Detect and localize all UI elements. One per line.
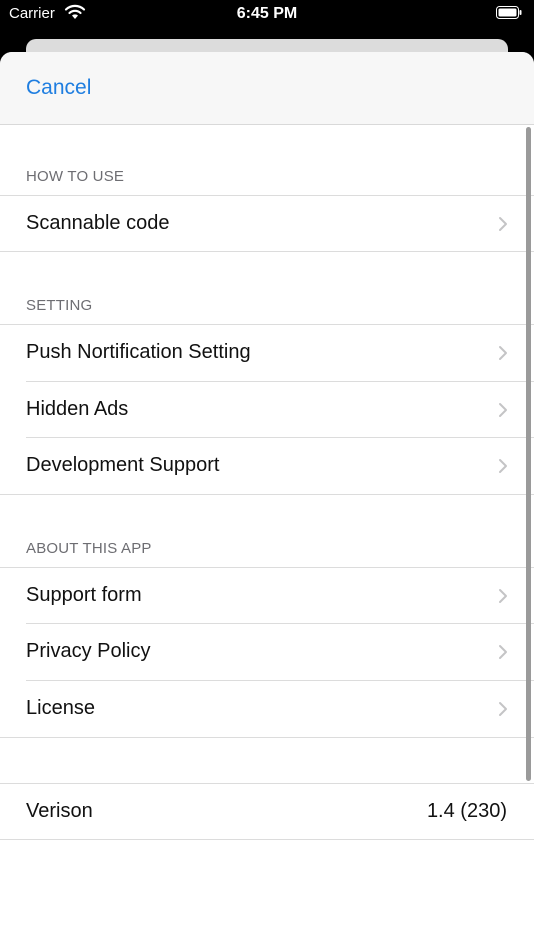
version-value: 1.4 (230) <box>426 800 507 822</box>
chevron-right-icon <box>499 346 507 360</box>
row-label: Push Nortification Setting <box>26 341 251 363</box>
row-label: License <box>26 697 95 719</box>
section-header-how-to-use: HOW TO USE <box>26 168 125 185</box>
settings-sheet: Cancel HOW TO USE Scannable code SETTING… <box>0 52 534 950</box>
row-scannable-code[interactable]: Scannable code <box>0 196 534 252</box>
navigation-bar: Cancel <box>0 52 534 125</box>
cancel-button[interactable]: Cancel <box>26 76 91 100</box>
row-label: Development Support <box>26 454 220 476</box>
chevron-right-icon <box>499 702 507 716</box>
row-label: Scannable code <box>26 212 170 234</box>
chevron-right-icon <box>499 589 507 603</box>
section-header-setting: SETTING <box>26 297 93 314</box>
row-privacy-policy[interactable]: Privacy Policy <box>0 624 534 680</box>
row-version: Verison 1.4 (230) <box>0 784 534 840</box>
scrollbar[interactable] <box>526 127 531 781</box>
battery-icon <box>496 6 522 19</box>
row-license[interactable]: License <box>0 681 534 737</box>
row-development-support[interactable]: Development Support <box>0 438 534 494</box>
chevron-right-icon <box>499 403 507 417</box>
separator <box>0 494 534 495</box>
row-label: Hidden Ads <box>26 398 129 420</box>
status-time: 6:45 PM <box>236 5 298 22</box>
row-label: Support form <box>26 584 142 606</box>
row-label: Privacy Policy <box>26 640 151 662</box>
chevron-right-icon <box>499 217 507 231</box>
row-push-notification-setting[interactable]: Push Nortification Setting <box>0 325 534 381</box>
section-header-about: ABOUT THIS APP <box>26 540 152 557</box>
chevron-right-icon <box>499 645 507 659</box>
chevron-right-icon <box>499 459 507 473</box>
separator <box>0 839 534 840</box>
status-bar: Carrier 6:45 PM <box>0 0 534 28</box>
version-label: Verison <box>26 800 93 822</box>
separator <box>0 251 534 252</box>
row-hidden-ads[interactable]: Hidden Ads <box>0 382 534 438</box>
row-support-form[interactable]: Support form <box>0 568 534 624</box>
separator <box>0 737 534 738</box>
